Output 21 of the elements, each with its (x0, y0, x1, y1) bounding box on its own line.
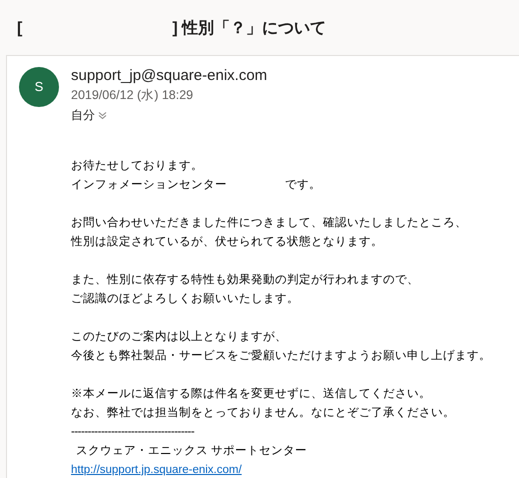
body-text: ご認識のほどよろしくお願いいたします。 (71, 292, 299, 307)
body-text: インフォメーションセンター (71, 178, 227, 193)
sender-avatar: S (19, 67, 59, 107)
body-text: このたびのご案内は以上となりますが、 (71, 329, 287, 345)
recipient-text: 自分 (71, 107, 95, 124)
expand-icon[interactable] (98, 110, 107, 120)
body-text: 性別は設定されているが、伏せられてる状態となります。 (71, 234, 383, 250)
signature-text: スクウェア・エニックス サポートセンター (76, 444, 308, 459)
subject-text: [ (17, 19, 22, 39)
body-text: ※本メールに返信する際は件名を変更せずに、送信してください。 (71, 386, 431, 402)
body-text: なお、弊社では担当制をとっておりません。なにとぞご了承ください。 (71, 406, 455, 421)
body-text: また、性別に依存する特性も効果発動の判定が行われますので、 (71, 272, 419, 288)
support-link[interactable]: http://support.jp.square-enix.com/ (71, 462, 242, 478)
subject-text: ] 性別「？」について (172, 18, 326, 39)
body-text: お待たせしております。 (71, 158, 203, 174)
sender-address: support_jp@square-enix.com (71, 66, 268, 86)
body-text: お問い合わせいただきました件につきまして、確認いたしましたところ、 (71, 216, 467, 231)
sent-date: 2019/06/12 (水) 18:29 (71, 87, 194, 104)
body-text: です。 (285, 178, 321, 193)
body-text: 今後とも弊社製品・サービスをご愛顧いただけますようお願い申し上げます。 (71, 348, 491, 364)
separator-text: ------------------------------------- (71, 424, 194, 440)
